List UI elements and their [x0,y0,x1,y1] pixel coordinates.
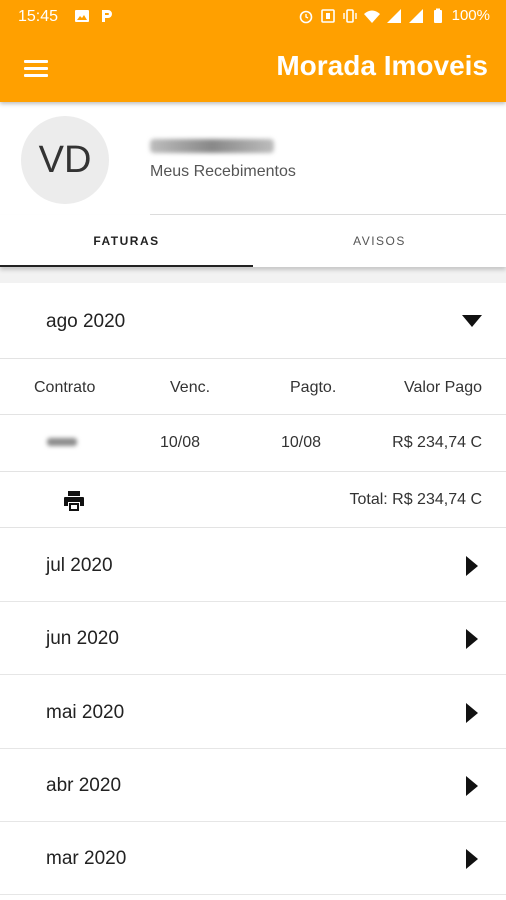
due-date: 10/08 [160,434,201,451]
month-label: abr 2020 [46,775,122,796]
table-row[interactable]: 10/08 10/08 R$ 234,74 C [0,416,506,472]
payment-date: 10/08 [281,434,322,451]
user-name-redacted [150,139,274,153]
total-amount: Total: R$ 234,74 C [349,491,482,508]
total-row: Total: R$ 234,74 C [0,473,506,528]
app-bar: Morada Imoveis [0,34,506,102]
status-bar: 15:45 100% [0,0,506,34]
expand-arrow-icon [466,776,478,796]
image-icon [75,10,89,22]
month-row-mai-2020[interactable]: mai 2020 [0,676,506,749]
top-bar: 15:45 100% Morada Imoveis [0,0,506,102]
amount-paid: R$ 234,74 C [392,434,482,451]
status-time: 15:45 [18,8,59,25]
month-header-expanded[interactable]: ago 2020 [0,283,506,359]
profile-subtitle: Meus Recebimentos [150,163,296,180]
divider [0,267,506,283]
column-header-valor-pago: Valor Pago [404,379,482,396]
print-icon[interactable] [62,489,86,513]
column-header-pagto: Pagto. [290,379,337,396]
nfc-icon [320,8,335,23]
vibrate-icon [342,8,357,23]
menu-icon[interactable] [18,50,54,86]
month-label: mar 2020 [46,848,127,869]
expand-arrow-icon [466,556,478,576]
collapse-arrow-icon [462,315,482,327]
wifi-icon [363,10,380,23]
avatar: VD [21,116,109,204]
tab-bar: FATURAS AVISOS [0,215,506,267]
contract-number-redacted [47,438,77,446]
expand-arrow-icon [466,629,478,649]
battery-icon [433,8,442,23]
tab-faturas[interactable]: FATURAS [0,215,253,267]
month-label: jul 2020 [46,555,113,576]
month-row-abr-2020[interactable]: abr 2020 [0,749,506,822]
signal-icon [408,8,423,23]
expand-arrow-icon [466,703,478,723]
column-header-venc: Venc. [170,379,211,396]
month-label: jun 2020 [46,628,119,649]
parking-app-icon [102,10,112,22]
tab-avisos[interactable]: AVISOS [253,215,506,267]
expand-arrow-icon [466,849,478,869]
month-label: ago 2020 [46,311,126,332]
invoice-table-header: Contrato Venc. Pagto. Valor Pago [0,361,506,415]
month-row-jul-2020[interactable]: jul 2020 [0,529,506,602]
month-row-jun-2020[interactable]: jun 2020 [0,602,506,675]
signal-icon [386,8,401,23]
month-label: mai 2020 [46,702,125,723]
alarm-icon [299,10,312,23]
month-row-mar-2020[interactable]: mar 2020 [0,822,506,895]
app-title: Morada Imoveis [276,50,488,81]
profile-header: VD Meus Recebimentos [0,102,506,215]
battery-percent: 100% [451,7,490,24]
column-header-contrato: Contrato [34,379,96,396]
